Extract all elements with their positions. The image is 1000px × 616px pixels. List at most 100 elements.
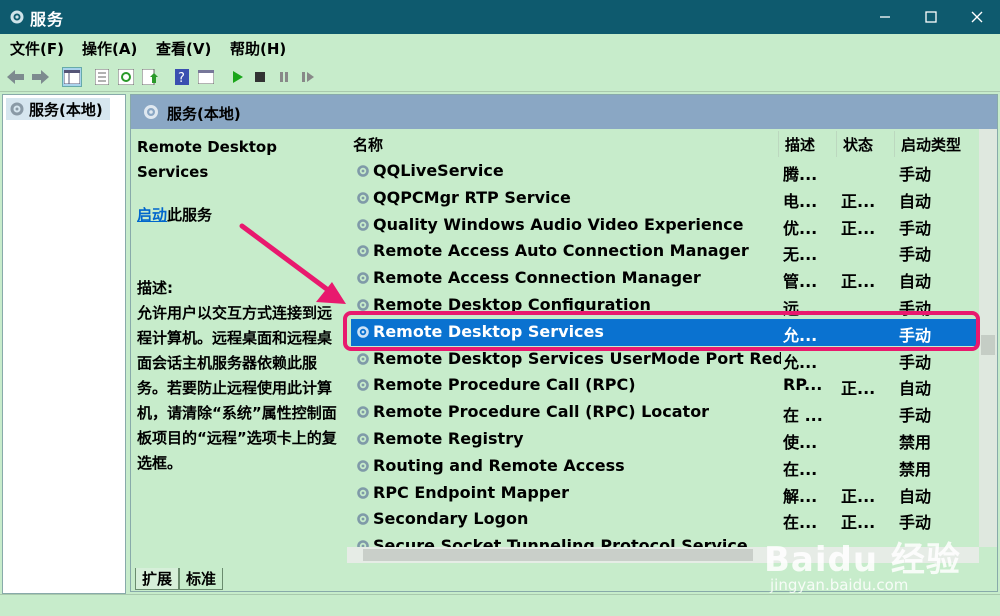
tab-standard[interactable]: 标准 bbox=[179, 568, 224, 590]
service-gear-icon bbox=[357, 165, 369, 177]
service-row[interactable]: Routing and Remote Access 在... 禁用 bbox=[351, 453, 979, 480]
service-row[interactable]: Remote Desktop Services UserMode Port Re… bbox=[351, 346, 979, 373]
service-name: Remote Desktop Configuration bbox=[373, 295, 651, 314]
minimize-icon bbox=[880, 16, 890, 18]
column-header-name[interactable]: 名称 bbox=[347, 131, 779, 157]
stop-icon bbox=[255, 72, 265, 82]
service-row[interactable]: Quality Windows Audio Video Experience 优.… bbox=[351, 212, 979, 239]
service-name: Remote Desktop Services bbox=[373, 321, 604, 341]
service-startup-type: 禁用 bbox=[899, 433, 932, 452]
column-header-startup-type[interactable]: 启动类型 bbox=[895, 131, 979, 157]
service-name: Remote Access Connection Manager bbox=[373, 268, 701, 288]
menu-file[interactable]: 文件(F) bbox=[10, 38, 64, 59]
service-gear-icon bbox=[357, 272, 369, 284]
service-gear-icon bbox=[357, 459, 369, 472]
service-row[interactable]: Remote Registry 使... 禁用 bbox=[351, 426, 979, 453]
service-status: 正... bbox=[841, 191, 876, 211]
menu-help[interactable]: 帮助(H) bbox=[230, 38, 286, 59]
minimize-button[interactable] bbox=[862, 0, 908, 34]
service-gear-icon bbox=[357, 406, 369, 418]
service-status: 正... bbox=[841, 272, 876, 292]
column-header-status[interactable]: 状态 bbox=[837, 131, 895, 157]
services-pane: 服务(本地) Remote Desktop Services 启动此服务 描述:… bbox=[130, 94, 998, 592]
description-text: 允许用户以交互方式连接到远程计算机。远程桌面和远程桌面会话主机服务器依赖此服务。… bbox=[137, 304, 337, 472]
service-gear-icon bbox=[357, 379, 369, 392]
service-gear-icon bbox=[357, 540, 369, 547]
service-startup-type: 禁用 bbox=[899, 459, 932, 479]
service-description: 在 ... bbox=[783, 406, 823, 426]
service-gear-icon bbox=[357, 352, 369, 365]
service-row[interactable]: Remote Access Auto Connection Manager 无..… bbox=[351, 238, 979, 265]
menu-view[interactable]: 查看(V) bbox=[156, 38, 211, 59]
stop-service-button[interactable] bbox=[250, 67, 270, 87]
service-row[interactable]: Remote Procedure Call (RPC) RP... 正... 自动 bbox=[351, 372, 979, 399]
column-header-description[interactable]: 描述 bbox=[779, 131, 837, 157]
service-name: Remote Access Auto Connection Manager bbox=[373, 241, 749, 261]
start-service-link[interactable]: 启动 bbox=[137, 206, 167, 224]
service-startup-type: 自动 bbox=[899, 272, 932, 292]
close-button[interactable] bbox=[954, 0, 1000, 34]
service-startup-type: 手动 bbox=[899, 245, 932, 265]
service-status: 正... bbox=[841, 379, 876, 399]
service-startup-type: 手动 bbox=[899, 165, 932, 184]
service-description: 允... bbox=[783, 325, 818, 345]
maximize-button[interactable] bbox=[908, 0, 954, 34]
services-gear-icon bbox=[144, 105, 158, 119]
service-row[interactable]: Secondary Logon 在... 正... 手动 bbox=[351, 506, 979, 533]
service-name: Remote Procedure Call (RPC) Locator bbox=[373, 402, 710, 422]
tree-item-services-local[interactable]: 服务(本地) bbox=[6, 98, 110, 120]
service-row[interactable]: Remote Desktop Services 允... 手动 bbox=[351, 318, 979, 346]
toolbar: ? bbox=[0, 62, 1000, 92]
start-service-button[interactable] bbox=[228, 67, 248, 87]
description-label: 描述: bbox=[137, 279, 173, 297]
export-list-button[interactable] bbox=[140, 67, 160, 87]
service-description: 在... bbox=[783, 459, 818, 479]
help-button[interactable]: ? bbox=[172, 67, 192, 87]
horizontal-scroll-thumb[interactable] bbox=[363, 549, 753, 561]
service-name: QQLiveService bbox=[373, 161, 504, 180]
service-startup-type: 手动 bbox=[899, 406, 932, 426]
view-icon bbox=[198, 70, 214, 84]
console-tree-icon bbox=[64, 70, 80, 84]
services-list: 名称 描述 状态 启动类型 QQLiveService 腾... 手动 QQPCMgr… bbox=[347, 129, 979, 547]
service-startup-type: 自动 bbox=[899, 486, 932, 506]
menu-action[interactable]: 操作(A) bbox=[82, 38, 137, 59]
properties-button[interactable] bbox=[92, 67, 112, 87]
back-arrow-icon bbox=[7, 70, 24, 84]
svg-text:?: ? bbox=[178, 71, 185, 85]
vertical-scroll-thumb[interactable] bbox=[981, 335, 995, 355]
service-description: 远... bbox=[783, 299, 818, 318]
column-header-name-label: 名称 bbox=[353, 135, 384, 154]
vertical-scrollbar[interactable] bbox=[979, 129, 997, 547]
service-row[interactable]: Remote Desktop Configuration 远... 手动 bbox=[351, 292, 979, 319]
service-description: 解... bbox=[783, 486, 818, 506]
service-startup-type: 手动 bbox=[899, 352, 932, 372]
column-header-description-label: 描述 bbox=[785, 135, 816, 154]
forward-button[interactable] bbox=[30, 67, 50, 87]
refresh-button[interactable] bbox=[116, 67, 136, 87]
service-row[interactable]: QQPCMgr RTP Service 电... 正... 自动 bbox=[351, 185, 979, 212]
restart-service-button[interactable] bbox=[298, 67, 318, 87]
service-name: Routing and Remote Access bbox=[373, 455, 625, 475]
pause-service-button[interactable] bbox=[274, 67, 294, 87]
service-name: QQPCMgr RTP Service bbox=[373, 187, 571, 207]
service-description: RP... bbox=[783, 375, 823, 395]
start-service-line: 启动此服务 bbox=[137, 203, 337, 228]
service-gear-icon bbox=[357, 433, 369, 445]
back-button[interactable] bbox=[6, 67, 26, 87]
column-header-status-label: 状态 bbox=[843, 135, 874, 154]
tab-extended[interactable]: 扩展 bbox=[135, 568, 180, 590]
view-button[interactable] bbox=[196, 67, 216, 87]
pause-icon bbox=[280, 72, 288, 82]
service-detail-panel: Remote Desktop Services 启动此服务 描述: 允许用户以交… bbox=[137, 135, 337, 476]
service-gear-icon bbox=[357, 191, 369, 204]
service-row[interactable]: QQLiveService 腾... 手动 bbox=[351, 158, 979, 185]
show-tree-button[interactable] bbox=[62, 67, 82, 87]
service-row[interactable]: Remote Procedure Call (RPC) Locator 在 ...… bbox=[351, 399, 979, 426]
service-startup-type: 手动 bbox=[899, 513, 932, 533]
service-row[interactable]: RPC Endpoint Mapper 解... 正... 自动 bbox=[351, 480, 979, 507]
service-name: Remote Registry bbox=[373, 429, 524, 448]
refresh-icon bbox=[118, 69, 134, 85]
forward-arrow-icon bbox=[32, 70, 49, 84]
service-row[interactable]: Remote Access Connection Manager 管... 正...… bbox=[351, 265, 979, 292]
